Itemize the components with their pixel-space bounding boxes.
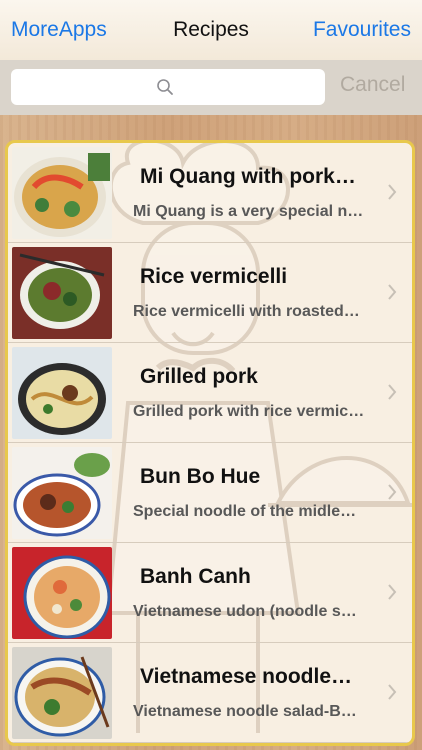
chevron-right-icon: [388, 484, 397, 500]
recipe-subtitle: Rice vermicelli with roasted…: [133, 303, 360, 320]
recipe-title: Grilled pork: [140, 365, 258, 388]
chevron-right-icon: [388, 184, 397, 200]
vietnamese-noodle-image: [12, 647, 112, 739]
recipe-subtitle: Grilled pork with rice vermic…: [133, 403, 365, 420]
recipe-title: Bun Bo Hue: [140, 465, 261, 488]
recipe-title: Mi Quang with pork…: [140, 165, 356, 188]
chevron-right-icon: [388, 584, 397, 600]
rice-vermicelli-image: [12, 247, 112, 339]
recipe-list-card: Mi Quang with pork… Mi Quang is a very s…: [5, 140, 415, 746]
recipe-title: Rice vermicelli: [140, 265, 288, 288]
list-item[interactable]: Grilled pork Grilled pork with rice verm…: [8, 343, 412, 443]
recipe-title: Banh Canh: [140, 565, 251, 588]
recipe-title: Vietnamese noodle…: [140, 665, 353, 688]
banh-canh-image: [12, 547, 112, 639]
list-item[interactable]: Rice vermicelli Rice vermicelli with roa…: [8, 243, 412, 343]
recipe-subtitle: Mi Quang is a very special n…: [133, 203, 364, 220]
list-item[interactable]: Banh Canh Vietnamese udon (noodle s…: [8, 543, 412, 643]
cancel-button[interactable]: Cancel: [340, 73, 405, 97]
favourites-button[interactable]: Favourites: [313, 17, 411, 43]
navigation-bar: MoreApps Recipes Favourites: [0, 0, 422, 61]
chevron-right-icon: [388, 684, 397, 700]
chevron-right-icon: [388, 384, 397, 400]
bun-bo-hue-image: [12, 447, 112, 539]
list-item[interactable]: Bun Bo Hue Special noodle of the midle…: [8, 443, 412, 543]
list-item[interactable]: Vietnamese noodle… Vietnamese noodle sal…: [8, 643, 412, 743]
mi-quang-image: [12, 147, 112, 239]
recipe-subtitle: Vietnamese udon (noodle s…: [133, 603, 357, 620]
chevron-right-icon: [388, 284, 397, 300]
recipe-subtitle: Vietnamese noodle salad-B…: [133, 703, 357, 720]
search-field[interactable]: [11, 69, 329, 107]
search-input[interactable]: [11, 69, 329, 107]
list-item[interactable]: Mi Quang with pork… Mi Quang is a very s…: [8, 143, 412, 243]
recipe-subtitle: Special noodle of the midle…: [133, 503, 357, 520]
grilled-pork-image: [12, 347, 112, 439]
